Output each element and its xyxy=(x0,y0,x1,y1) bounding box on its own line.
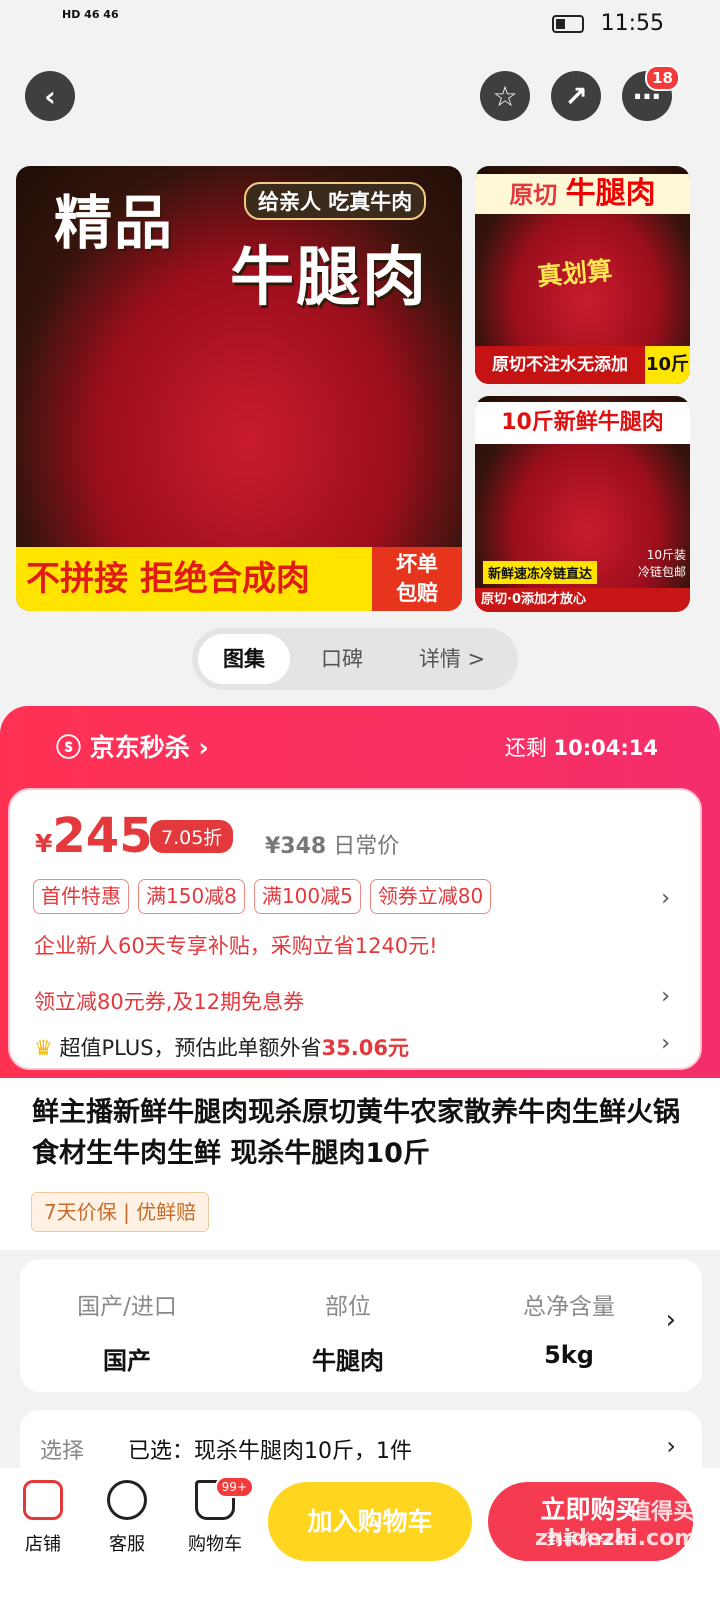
service-promise[interactable]: 7天价保 | 优鲜赔 xyxy=(31,1192,210,1232)
spec-part: 部位 牛腿肉 xyxy=(312,1294,384,1375)
thumb2-tag: 新鲜速冻冷链直达 xyxy=(483,561,598,584)
spec-arrow-icon[interactable]: › xyxy=(666,1305,676,1335)
tab-reviews[interactable]: 口碑 xyxy=(302,634,382,684)
seckill-countdown: 还剩 10:04:14 xyxy=(504,736,658,760)
subsidy-text: 企业新人60天专享补贴，采购立省1240元! xyxy=(34,934,438,958)
image-guarantee: 坏单 包赔 xyxy=(372,547,462,611)
thumb2-bottom-text: 原切·0添加才放心 xyxy=(475,588,690,612)
promo-tag: 满150减8 xyxy=(138,879,245,914)
bottom-action-bar: 店铺 客服 购物车 99+ 加入购物车 立即购买 到手价¥245 值得买 zhide… xyxy=(0,1468,720,1600)
image-main-name: 牛腿肉 xyxy=(230,241,428,315)
tab-details[interactable]: 详情 > xyxy=(412,634,492,684)
coupon-text[interactable]: 领立减80元券,及12期免息券 xyxy=(34,986,304,1016)
spec-origin: 国产/进口 国产 xyxy=(77,1294,177,1375)
thumb2-package: 10斤装 冷链包邮 xyxy=(637,548,686,579)
shop-button[interactable]: 店铺 xyxy=(18,1480,68,1556)
main-product-image[interactable]: 精品 给亲人 吃真牛肉 牛腿肉 不拼接 拒绝合成肉 坏单 包赔 xyxy=(16,166,462,611)
tab-images[interactable]: 图集 xyxy=(198,634,290,684)
thumbnail-image-1[interactable]: 原切 牛腿肉 真划算 原切不注水无添加 10斤 xyxy=(475,166,690,384)
gallery-tab-bar[interactable]: 图集 口碑 详情 > xyxy=(192,628,518,690)
plus-row[interactable]: ♛ 超值PLUS，预估此单额外省35.06元 xyxy=(34,1032,409,1062)
image-main-subtitle: 给亲人 吃真牛肉 xyxy=(244,182,427,220)
crown-icon: ♛ xyxy=(34,1036,53,1060)
plus-arrow-icon[interactable]: › xyxy=(661,1031,670,1056)
product-title: 鲜主播新鲜牛腿肉现杀原切黄牛农家散养牛肉生鲜火锅食材生牛肉生鲜 现杀牛腿肉10斤 xyxy=(32,1097,680,1169)
back-button[interactable]: ‹ xyxy=(25,71,75,121)
favorite-button[interactable]: ☆ xyxy=(480,71,530,121)
thumb2-title: 10斤新鲜牛腿肉 xyxy=(475,402,690,444)
thumb1-title: 原切 牛腿肉 xyxy=(475,174,690,214)
discount-badge: 7.05折 xyxy=(150,820,234,853)
thumb1-stamp: 真划算 xyxy=(536,255,614,292)
shop-icon xyxy=(23,1480,63,1520)
watermark: 值得买 zhidezhi.com xyxy=(535,1500,698,1551)
battery-icon xyxy=(552,15,584,33)
signal-icons: HD 46 46 xyxy=(62,8,119,21)
image-main-title: 精品 xyxy=(54,189,175,257)
original-price: ¥348 日常价 xyxy=(265,834,400,859)
selection-value: 已选：现杀牛腿肉10斤，1件 xyxy=(128,1439,412,1464)
more-button[interactable]: ⋯ 18 xyxy=(622,65,680,121)
seckill-card: ⓢ 京东秒杀 › 还剩 10:04:14 ¥245 7.05折 ¥348 日常价… xyxy=(0,706,720,1078)
cart-button[interactable]: 购物车 99+ xyxy=(180,1476,254,1556)
promo-tag: 满100减5 xyxy=(253,879,361,914)
chevron-left-icon: ‹ xyxy=(44,79,56,113)
share-icon: ↗ xyxy=(564,79,588,113)
thumb1-badge: 10斤 xyxy=(645,346,690,384)
service-button[interactable]: 客服 xyxy=(102,1480,152,1556)
status-time: 11:55 xyxy=(600,11,664,36)
thumb1-bottom-text: 原切不注水无添加 xyxy=(475,346,645,384)
status-bar: HD 46 46 11:55 xyxy=(0,0,720,52)
service-icon xyxy=(107,1480,147,1520)
price-panel: ¥245 7.05折 ¥348 日常价 首件特惠 满150减8 满100减5 领券立减… xyxy=(8,788,702,1070)
cart-badge: 99+ xyxy=(214,1476,254,1498)
thumbnail-image-2[interactable]: 10斤新鲜牛腿肉 新鲜速冻冷链直达 10斤装 冷链包邮 原切·0添加才放心 xyxy=(475,396,690,612)
promo-tag: 首件特惠 xyxy=(33,879,129,914)
notification-badge: 18 xyxy=(645,65,680,91)
selection-label: 选择 xyxy=(40,1439,85,1464)
promotion-tags[interactable]: 首件特惠 满150减8 满100减5 领券立减80 xyxy=(33,879,500,914)
seckill-brand[interactable]: ⓢ 京东秒杀 › xyxy=(56,728,209,764)
spec-weight: 总净含量 5kg xyxy=(523,1294,615,1369)
promo-arrow-icon[interactable]: › xyxy=(661,886,670,911)
spec-panel[interactable]: 国产/进口 国产 部位 牛腿肉 总净含量 5kg › xyxy=(20,1259,702,1392)
current-price: ¥245 xyxy=(35,808,153,864)
share-button[interactable]: ↗ xyxy=(551,71,601,121)
coupon-arrow-icon[interactable]: › xyxy=(661,984,670,1009)
star-icon: ☆ xyxy=(492,79,518,113)
promo-tag: 领券立减80 xyxy=(369,879,492,914)
product-info: 鲜主播新鲜牛腿肉现杀原切黄牛农家散养牛肉生鲜火锅食材生牛肉生鲜 现杀牛腿肉10斤… xyxy=(0,1078,720,1250)
selection-arrow-icon[interactable]: › xyxy=(666,1432,676,1460)
add-to-cart-button[interactable]: 加入购物车 xyxy=(268,1482,472,1561)
